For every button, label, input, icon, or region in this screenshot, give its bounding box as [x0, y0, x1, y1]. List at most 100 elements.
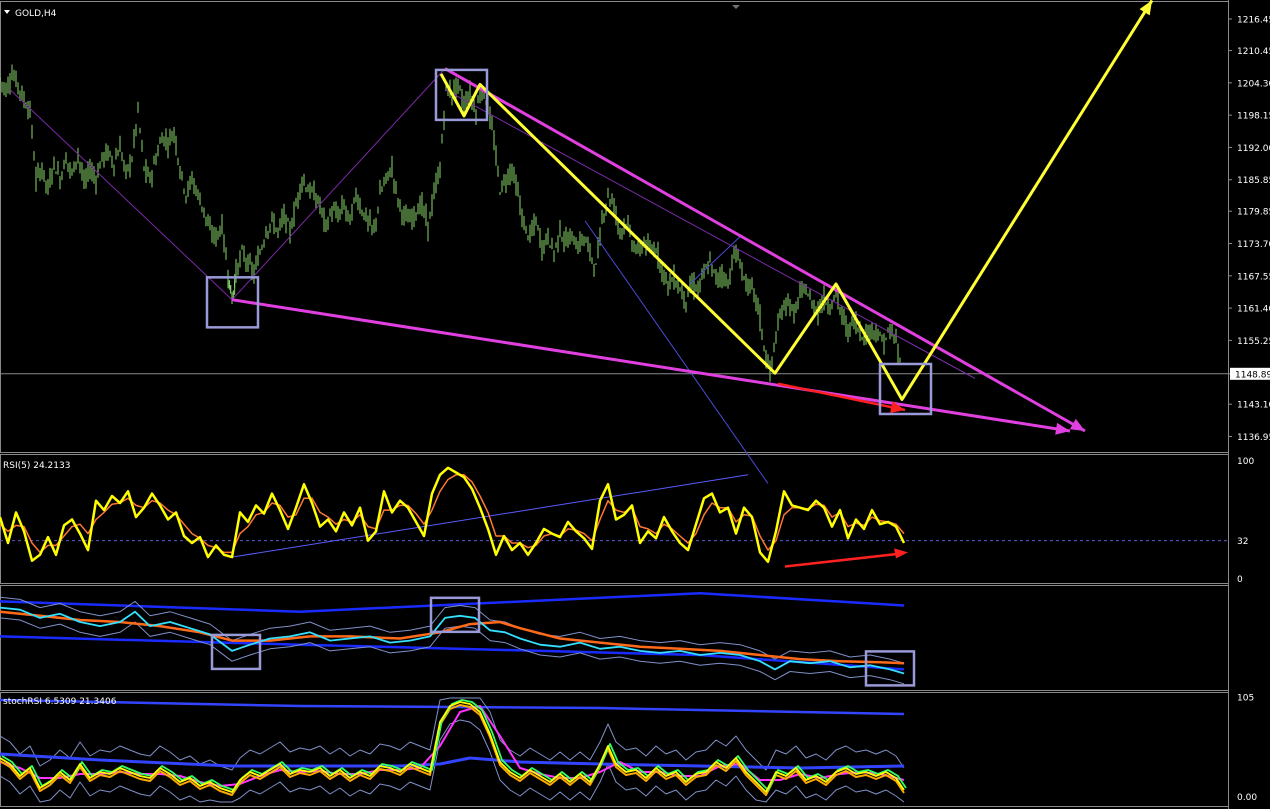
- candle-body: [151, 173, 153, 178]
- candle: [161, 132, 163, 143]
- stochrsi-panel[interactable]: 105 0.00 stochRSI 6.5309 21.3406: [0, 694, 1257, 804]
- candle-body: [595, 264, 597, 265]
- candle: [57, 161, 59, 175]
- candle-body: [439, 167, 441, 173]
- candle: [0, 77, 1, 82]
- candle-body: [43, 170, 45, 179]
- candle: [845, 315, 847, 337]
- price-tick-label: 1216.45: [1237, 16, 1270, 26]
- candle: [609, 198, 611, 207]
- candle: [745, 273, 747, 292]
- candle: [857, 327, 859, 333]
- candle-body: [555, 243, 557, 245]
- oscillator-panel[interactable]: [0, 591, 916, 687]
- candle: [571, 231, 573, 242]
- candle: [893, 335, 895, 344]
- candle: [847, 324, 849, 343]
- candle: [725, 273, 727, 287]
- candle-body: [585, 239, 587, 243]
- candle: [523, 215, 525, 231]
- candle-body: [603, 217, 605, 219]
- candle: [751, 277, 753, 290]
- stochrsi-lines: [0, 697, 907, 803]
- symbol-menu-chevron-icon[interactable]: [4, 10, 10, 14]
- candle-body: [713, 269, 715, 271]
- candle: [705, 264, 707, 268]
- candle-body: [363, 212, 365, 219]
- candle: [131, 156, 133, 163]
- candle-body: [139, 129, 141, 131]
- candle: [505, 174, 507, 193]
- candle: [21, 85, 23, 101]
- candle-body: [785, 299, 787, 307]
- candle: [101, 152, 103, 162]
- candle-body: [547, 232, 549, 241]
- candle: [11, 64, 13, 81]
- candle-body: [93, 175, 95, 177]
- candle: [237, 262, 239, 276]
- price-panel[interactable]: 1216.45 1210.45 1204.30 1198.15 1192.00 1185.…: [0, 0, 1270, 484]
- candle: [71, 168, 73, 176]
- candle: [589, 243, 591, 262]
- candle-body: [101, 152, 103, 158]
- candle-body: [527, 236, 529, 238]
- candle: [51, 168, 53, 185]
- candle: [235, 259, 237, 283]
- candle-body: [763, 347, 765, 351]
- candle: [891, 324, 893, 337]
- candle-body: [125, 168, 127, 170]
- candle-body: [351, 208, 353, 218]
- candle-body: [47, 185, 49, 190]
- candle-body: [327, 222, 329, 227]
- candle: [587, 236, 589, 253]
- stochrsi-tick-label: 0.00: [1237, 793, 1257, 803]
- candle-body: [25, 106, 27, 108]
- candle: [667, 280, 669, 296]
- candle-body: [803, 285, 805, 289]
- candle-body: [307, 190, 309, 193]
- candle-body: [853, 320, 855, 327]
- candle: [379, 179, 381, 195]
- candle-body: [291, 226, 293, 228]
- candle-body: [309, 186, 311, 195]
- candle-body: [141, 145, 143, 147]
- candle-body: [293, 209, 295, 219]
- candle-body: [771, 357, 773, 361]
- candle-body: [539, 237, 541, 244]
- candle: [757, 297, 759, 315]
- scroll-marker-icon[interactable]: [732, 5, 740, 9]
- candle: [3, 82, 5, 96]
- candle: [389, 167, 391, 178]
- candle: [65, 152, 67, 164]
- candle-body: [721, 273, 723, 279]
- candle: [245, 257, 247, 272]
- candle: [205, 216, 207, 227]
- candle: [123, 159, 125, 172]
- candle-body: [429, 212, 431, 219]
- candle: [337, 206, 339, 223]
- candle: [143, 166, 145, 172]
- candle-body: [503, 179, 505, 181]
- candle-body: [251, 267, 253, 272]
- candle: [303, 173, 305, 186]
- candle: [109, 150, 111, 158]
- candle: [103, 151, 105, 168]
- candle: [665, 272, 667, 284]
- candle-body: [165, 138, 167, 142]
- candle: [401, 209, 403, 226]
- candle-body: [189, 179, 191, 183]
- candle-body: [333, 209, 335, 210]
- candle-body: [345, 210, 347, 212]
- candle: [117, 149, 119, 157]
- candle: [43, 170, 45, 182]
- candle: [267, 230, 269, 240]
- candle-body: [295, 204, 297, 206]
- candle: [501, 180, 503, 193]
- rsi-panel[interactable]: 100 32 0 RSI(5) 24.2133: [0, 457, 1254, 585]
- candle-body: [885, 339, 887, 341]
- candle-body: [641, 246, 643, 250]
- candle: [855, 311, 857, 335]
- candle: [139, 127, 141, 134]
- candle: [271, 211, 273, 223]
- candle-body: [315, 199, 317, 203]
